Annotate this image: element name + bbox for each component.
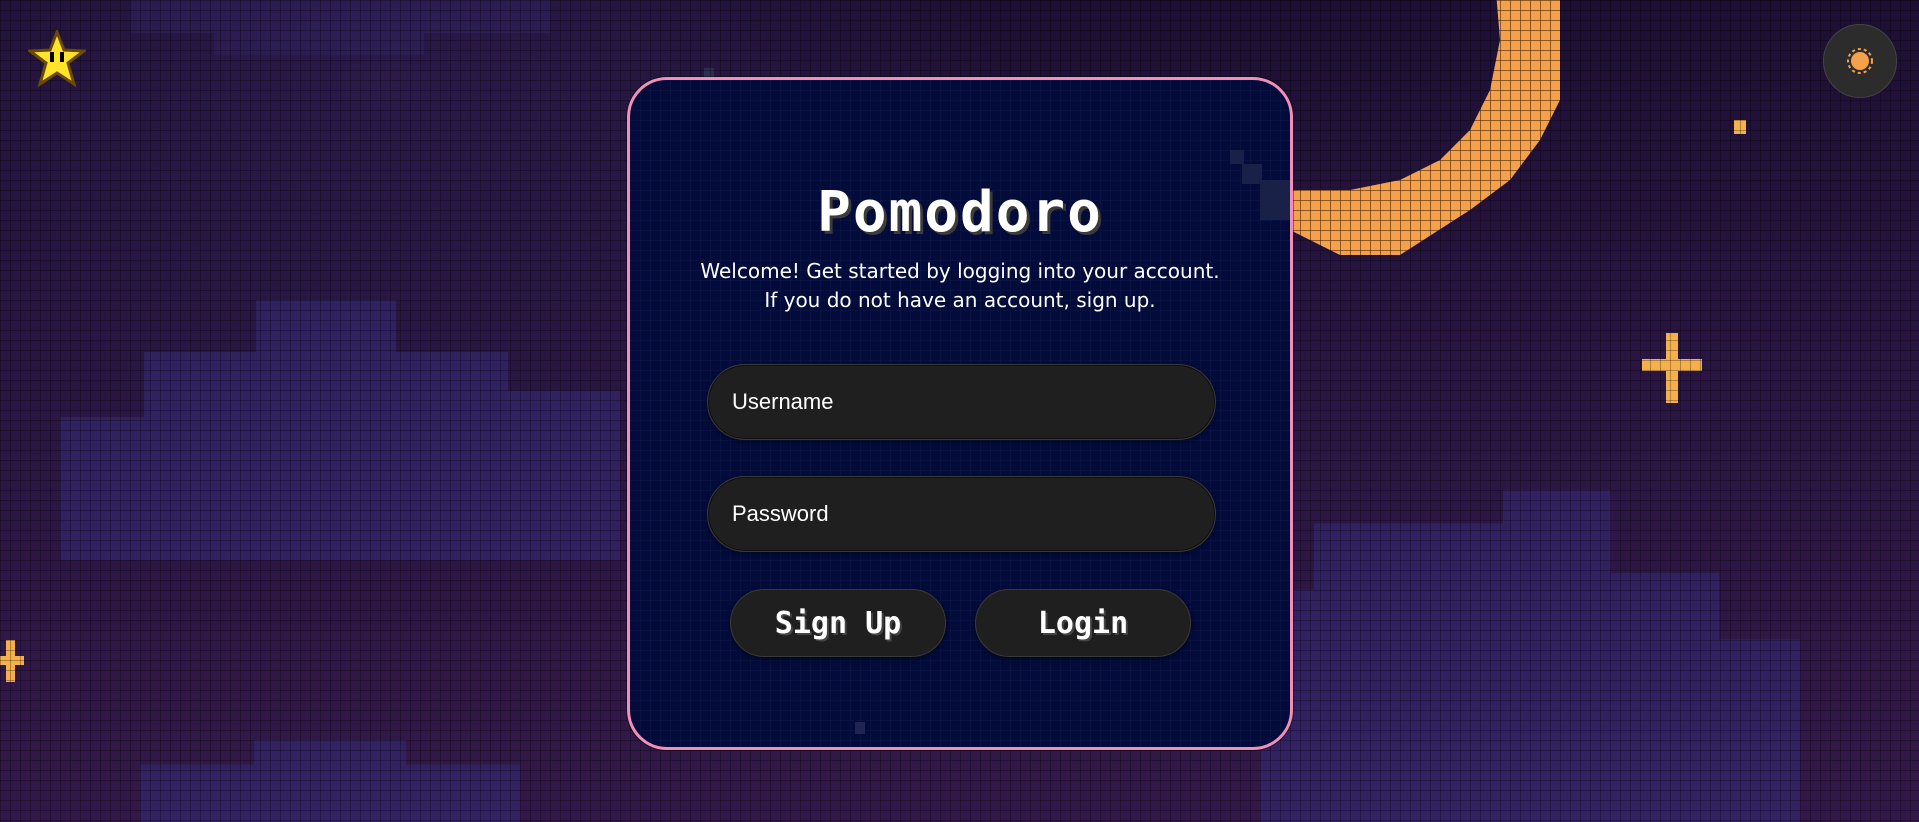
app-title: Pomodoro [817, 180, 1103, 245]
login-button[interactable]: Login [975, 589, 1191, 657]
star-icon[interactable] [28, 30, 86, 88]
welcome-text: Welcome! Get started by logging into you… [630, 257, 1290, 315]
sign-up-button[interactable]: Sign Up [730, 589, 946, 657]
sun-icon [1847, 48, 1873, 74]
username-field[interactable] [707, 364, 1216, 440]
welcome-line-1: Welcome! Get started by logging into you… [700, 259, 1220, 283]
sparkle-icon [0, 640, 24, 682]
welcome-line-2: If you do not have an account, sign up. [764, 288, 1156, 312]
crescent-moon [1290, 0, 1560, 260]
username-input[interactable] [708, 365, 1215, 439]
theme-toggle-button[interactable] [1823, 24, 1897, 98]
login-card: Pomodoro Welcome! Get started by logging… [627, 77, 1293, 750]
sparkle-icon [1642, 333, 1702, 403]
sparkle-icon [1734, 120, 1746, 134]
card-decor-dot [855, 722, 865, 734]
password-input[interactable] [708, 477, 1215, 551]
password-field[interactable] [707, 476, 1216, 552]
